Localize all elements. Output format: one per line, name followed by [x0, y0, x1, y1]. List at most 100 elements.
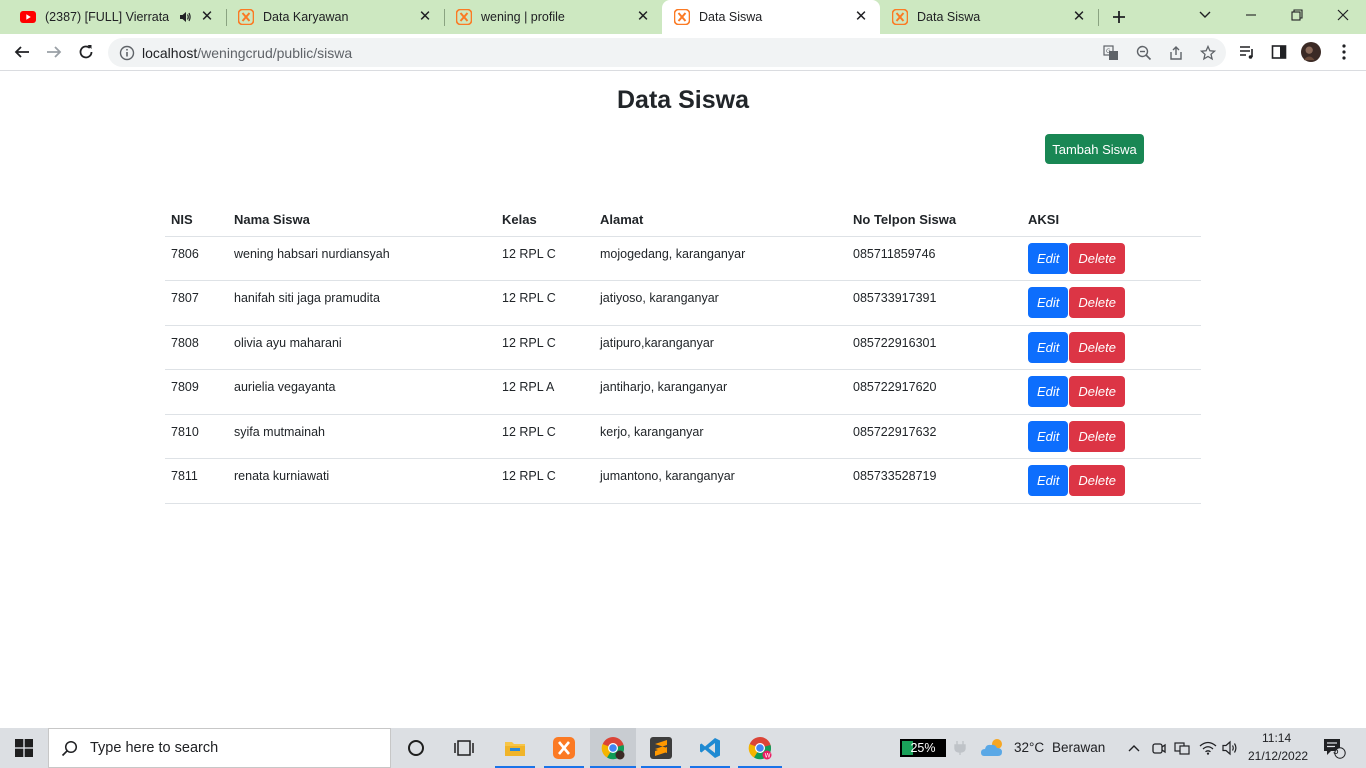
notification-count: 5 — [1333, 746, 1339, 757]
sublime-text-icon[interactable] — [641, 728, 681, 768]
chrome-profile-taskbar-icon[interactable]: W — [738, 728, 782, 768]
restore-icon[interactable] — [1274, 0, 1320, 30]
edit-button[interactable]: Edit — [1028, 465, 1069, 497]
clock-time[interactable]: 11:14 — [1262, 731, 1291, 745]
cell-kelas: 12 RPL C — [496, 414, 594, 460]
cell-kelas: 12 RPL C — [496, 236, 594, 282]
close-window-icon[interactable] — [1320, 0, 1366, 30]
weather-partly-cloudy-icon[interactable] — [978, 728, 1010, 768]
delete-button[interactable]: Delete — [1069, 287, 1125, 319]
temperature-text[interactable]: 32°C — [1014, 740, 1044, 755]
cell-nis: 7808 — [165, 325, 228, 371]
media-queue-icon[interactable] — [1237, 42, 1257, 62]
cell-alamat: jatiyoso, karanganyar — [594, 280, 847, 326]
tab-youtube[interactable]: (2387) [FULL] Vierratale L ✕ — [0, 0, 226, 34]
address-bar[interactable]: localhost/weningcrud/public/siswa G — [108, 38, 1226, 67]
clock-date[interactable]: 21/12/2022 — [1248, 749, 1308, 763]
tab-title: Data Siswa — [699, 10, 763, 24]
power-plug-icon — [951, 728, 969, 768]
tab-data-siswa-active[interactable]: Data Siswa ✕ — [662, 0, 880, 34]
vscode-icon[interactable] — [690, 728, 730, 768]
back-arrow-icon[interactable] — [12, 42, 32, 62]
tab-title: Data Siswa — [917, 10, 981, 24]
cortana-circle-icon[interactable] — [397, 728, 435, 768]
cell-telp: 085733917391 — [847, 280, 1022, 326]
bookmark-star-icon[interactable] — [1198, 43, 1218, 63]
table-row: 7807 hanifah siti jaga pramudita 12 RPL … — [165, 280, 1201, 326]
edit-button[interactable]: Edit — [1028, 242, 1069, 274]
taskbar-search-box[interactable]: Type here to search — [48, 728, 391, 768]
column-header-kelas: Kelas — [496, 203, 594, 237]
speaker-icon[interactable] — [178, 10, 192, 24]
youtube-icon — [20, 9, 36, 25]
forward-arrow-icon[interactable] — [44, 42, 64, 62]
battery-indicator[interactable]: 25% — [900, 739, 946, 757]
edit-button[interactable]: Edit — [1028, 287, 1069, 319]
delete-button[interactable]: Delete — [1069, 420, 1125, 452]
svg-text:G: G — [1106, 48, 1111, 55]
menu-kebab-icon[interactable] — [1334, 42, 1354, 62]
close-tab-icon[interactable]: ✕ — [854, 9, 868, 24]
chrome-taskbar-icon[interactable] — [590, 728, 636, 768]
delete-button[interactable]: Delete — [1069, 331, 1125, 363]
chevron-up-icon[interactable] — [1126, 728, 1142, 768]
tab-wening-profile[interactable]: wening | profile ✕ — [444, 0, 662, 34]
translate-icon[interactable]: G — [1101, 43, 1121, 63]
cell-telp: 085722917620 — [847, 369, 1022, 415]
tambah-siswa-button[interactable]: Tambah Siswa — [1045, 134, 1144, 164]
column-header-nis: NIS — [165, 203, 228, 237]
cell-nama: olivia ayu maharani — [228, 325, 496, 371]
tab-data-siswa[interactable]: Data Siswa ✕ — [880, 0, 1098, 34]
new-tab-plus-icon[interactable] — [1109, 7, 1129, 27]
wifi-icon[interactable] — [1198, 728, 1218, 768]
close-tab-icon[interactable]: ✕ — [636, 9, 650, 24]
close-tab-icon[interactable]: ✕ — [200, 9, 214, 24]
cell-aksi: Edit Delete — [1022, 369, 1201, 415]
cell-kelas: 12 RPL A — [496, 369, 594, 415]
battery-percent: 25% — [910, 741, 936, 755]
cell-kelas: 12 RPL C — [496, 325, 594, 371]
column-header-nama: Nama Siswa — [228, 203, 496, 237]
cell-aksi: Edit Delete — [1022, 280, 1201, 326]
cell-alamat: mojogedang, karanganyar — [594, 236, 847, 282]
table-row: 7811 renata kurniawati 12 RPL C jumanton… — [165, 458, 1201, 505]
windows-start-icon[interactable] — [0, 728, 48, 768]
network-ethernet-icon[interactable] — [1173, 728, 1191, 768]
cell-telp: 085722916301 — [847, 325, 1022, 371]
cell-kelas: 12 RPL C — [496, 458, 594, 505]
delete-button[interactable]: Delete — [1069, 465, 1125, 497]
file-explorer-icon[interactable] — [495, 728, 535, 768]
edit-button[interactable]: Edit — [1028, 420, 1069, 452]
column-header-telp: No Telpon Siswa — [847, 203, 1022, 237]
cell-nama: syifa mutmainah — [228, 414, 496, 460]
table-header-row: NIS Nama Siswa Kelas Alamat No Telpon Si… — [165, 203, 1201, 237]
volume-icon[interactable] — [1220, 728, 1240, 768]
cell-nama: renata kurniawati — [228, 458, 496, 505]
edit-button[interactable]: Edit — [1028, 376, 1069, 408]
reload-icon[interactable] — [76, 42, 96, 62]
tab-data-karyawan[interactable]: Data Karyawan ✕ — [226, 0, 444, 34]
profile-avatar[interactable] — [1301, 42, 1321, 62]
meet-now-icon[interactable] — [1150, 728, 1168, 768]
minimize-icon[interactable] — [1228, 0, 1274, 30]
tab-search-chevron-down-icon[interactable] — [1182, 0, 1228, 30]
close-tab-icon[interactable]: ✕ — [418, 9, 432, 24]
cell-nis: 7809 — [165, 369, 228, 415]
tab-title: (2387) [FULL] Vierratale L — [45, 10, 169, 24]
task-view-icon[interactable] — [445, 728, 483, 768]
xampp-icon — [674, 9, 690, 25]
close-tab-icon[interactable]: ✕ — [1072, 9, 1086, 24]
cell-alamat: kerjo, karanganyar — [594, 414, 847, 460]
xampp-taskbar-icon[interactable] — [544, 728, 584, 768]
delete-button[interactable]: Delete — [1069, 242, 1125, 274]
side-panel-icon[interactable] — [1269, 42, 1289, 62]
zoom-out-icon[interactable] — [1134, 43, 1154, 63]
info-icon[interactable] — [117, 43, 137, 63]
page-content: Data Siswa Tambah Siswa NIS Nama Siswa K… — [0, 71, 1366, 728]
xampp-icon — [892, 9, 908, 25]
table-row: 7810 syifa mutmainah 12 RPL C kerjo, kar… — [165, 414, 1201, 460]
edit-button[interactable]: Edit — [1028, 331, 1069, 363]
weather-text[interactable]: Berawan — [1052, 740, 1105, 755]
share-icon[interactable] — [1166, 43, 1186, 63]
delete-button[interactable]: Delete — [1069, 376, 1125, 408]
